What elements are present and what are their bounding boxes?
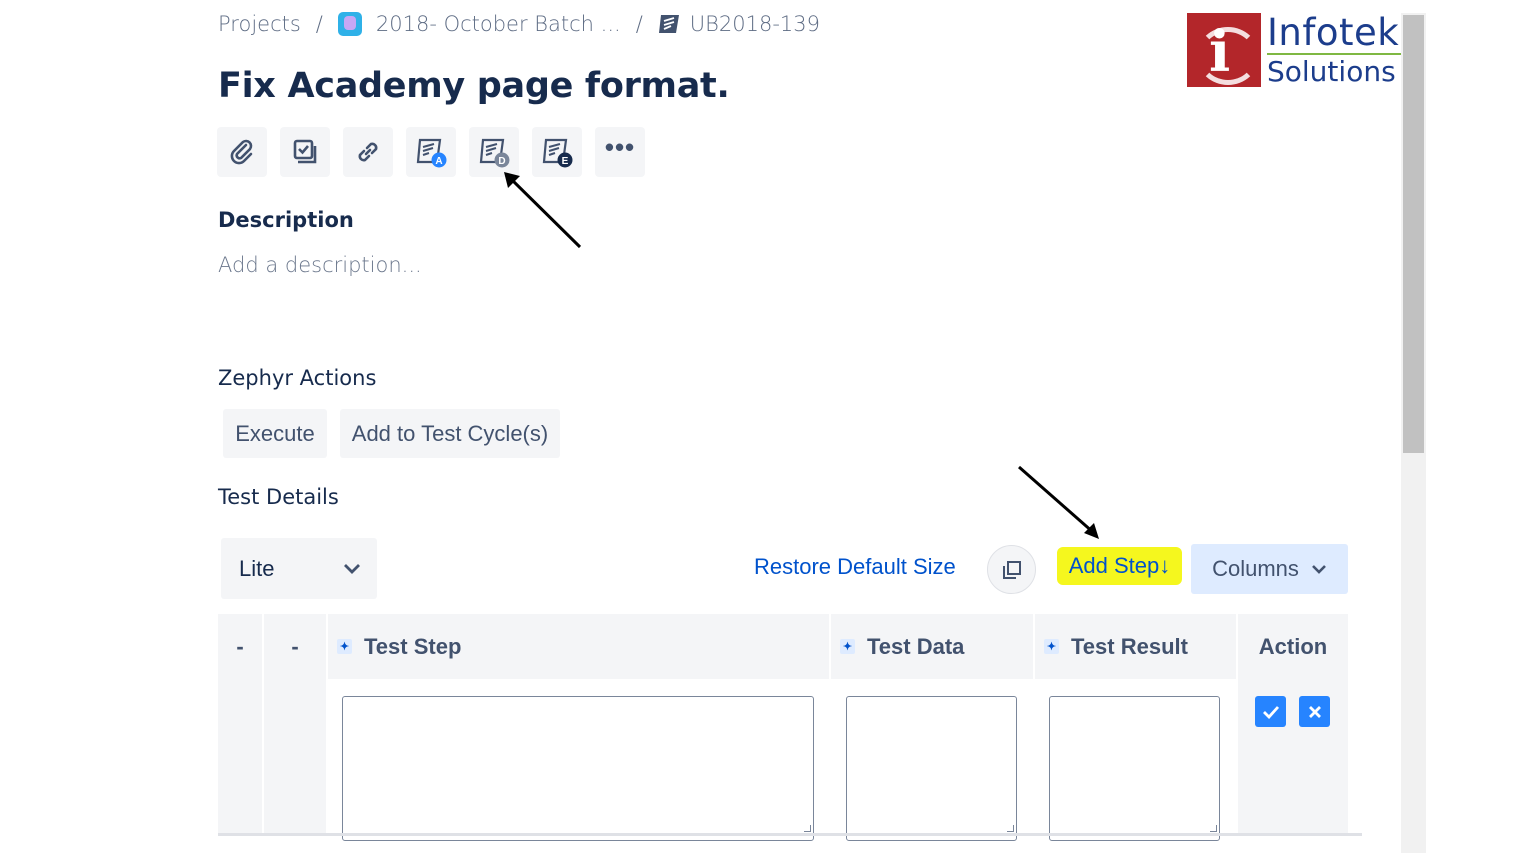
chevron-down-icon	[344, 563, 360, 574]
create-subtask-button[interactable]	[280, 127, 330, 177]
breadcrumb-project-link[interactable]: 2018- October Batch ...	[337, 12, 621, 36]
action-cell	[1238, 679, 1348, 834]
link-issue-button[interactable]	[343, 127, 393, 177]
test-step-cell	[328, 679, 831, 841]
execute-button[interactable]: Execute	[223, 409, 327, 458]
automation-a-button[interactable]: A	[406, 127, 456, 177]
column-header-action: Action	[1258, 633, 1328, 659]
issue-title[interactable]: Fix Academy page format.	[218, 66, 730, 106]
breadcrumb: Projects / 2018- October Batch ... / UB2…	[218, 10, 820, 38]
fullscreen-button[interactable]	[987, 545, 1036, 594]
view-mode-value: Lite	[239, 555, 275, 581]
test-details-label: Test Details	[218, 485, 339, 509]
fullscreen-icon	[1002, 560, 1021, 579]
annotation-arrow-icon	[1018, 465, 1099, 539]
save-step-button[interactable]	[1255, 696, 1286, 727]
restore-default-size-link[interactable]: Restore Default Size	[754, 554, 956, 580]
subtask-icon	[293, 139, 317, 164]
attach-button[interactable]	[217, 127, 267, 177]
cancel-step-button[interactable]	[1299, 696, 1330, 727]
breadcrumb-issue-key: UB2018-139	[689, 12, 821, 36]
check-icon	[1262, 705, 1279, 719]
description-label: Description	[218, 208, 354, 232]
column-header-test-data-label: Test Data	[867, 633, 965, 659]
scrollbar-thumb[interactable]	[1403, 15, 1424, 453]
columns-dropdown-button[interactable]: Columns	[1191, 544, 1348, 594]
svg-text:A: A	[435, 156, 442, 167]
annotation-arrow-icon	[504, 172, 582, 249]
attach-icon	[230, 139, 253, 165]
breadcrumb-issue-link[interactable]: UB2018-139	[658, 12, 820, 36]
column-header-index: -	[264, 614, 328, 679]
breadcrumb-projects-link[interactable]: Projects	[218, 12, 301, 36]
add-step-button[interactable]: Add Step↓	[1057, 547, 1182, 585]
columns-label: Columns	[1212, 556, 1299, 581]
test-data-textarea[interactable]	[846, 696, 1017, 841]
column-header-test-data[interactable]: ✦ Test Data	[831, 614, 1035, 679]
more-actions-button[interactable]: •••	[595, 127, 645, 177]
automation-e-icon: E	[542, 138, 573, 168]
pin-icon[interactable]: ✦	[337, 639, 352, 654]
breadcrumb-separator: /	[635, 12, 643, 36]
infotek-logo: i Infotek Solutions	[1187, 13, 1402, 87]
row-index-cell	[264, 679, 328, 834]
pin-icon[interactable]: ✦	[840, 639, 855, 654]
column-header-test-step-label: Test Step	[364, 633, 462, 659]
breadcrumb-separator: /	[315, 12, 323, 36]
new-step-row	[218, 679, 1348, 841]
description-field[interactable]: Add a description...	[218, 253, 422, 277]
project-avatar-icon	[337, 12, 362, 36]
column-header-test-step[interactable]: ✦ Test Step	[328, 614, 831, 679]
column-header-test-result[interactable]: ✦ Test Result	[1035, 614, 1238, 679]
table-bottom-divider	[218, 833, 1362, 836]
view-mode-select[interactable]: Lite	[221, 538, 377, 599]
close-icon	[1308, 705, 1321, 718]
test-steps-table-header: - - ✦ Test Step ✦ Test Data ✦ Test Resul…	[218, 614, 1348, 679]
column-header-drag: -	[218, 614, 264, 679]
test-step-textarea[interactable]	[342, 696, 814, 841]
logo-word-solutions: Solutions	[1267, 55, 1396, 88]
add-to-test-cycle-button[interactable]: Add to Test Cycle(s)	[340, 409, 560, 458]
logo-mark-icon: i	[1187, 13, 1261, 87]
row-drag-cell	[218, 679, 264, 834]
automation-a-icon: A	[416, 138, 447, 168]
logo-word-infotek: Infotek	[1267, 11, 1400, 54]
automation-d-icon: D	[479, 138, 510, 168]
link-icon	[358, 142, 378, 162]
column-header-test-result-label: Test Result	[1071, 633, 1188, 659]
pin-icon[interactable]: ✦	[1044, 639, 1059, 654]
test-issue-type-icon	[658, 15, 679, 33]
breadcrumb-project-label: 2018- October Batch ...	[375, 12, 621, 36]
zephyr-actions-label: Zephyr Actions	[218, 366, 377, 390]
more-icon: •••	[604, 132, 636, 162]
test-data-cell	[831, 679, 1035, 841]
test-result-cell	[1035, 679, 1238, 841]
test-result-textarea[interactable]	[1049, 696, 1220, 841]
chevron-down-icon	[1311, 564, 1326, 574]
